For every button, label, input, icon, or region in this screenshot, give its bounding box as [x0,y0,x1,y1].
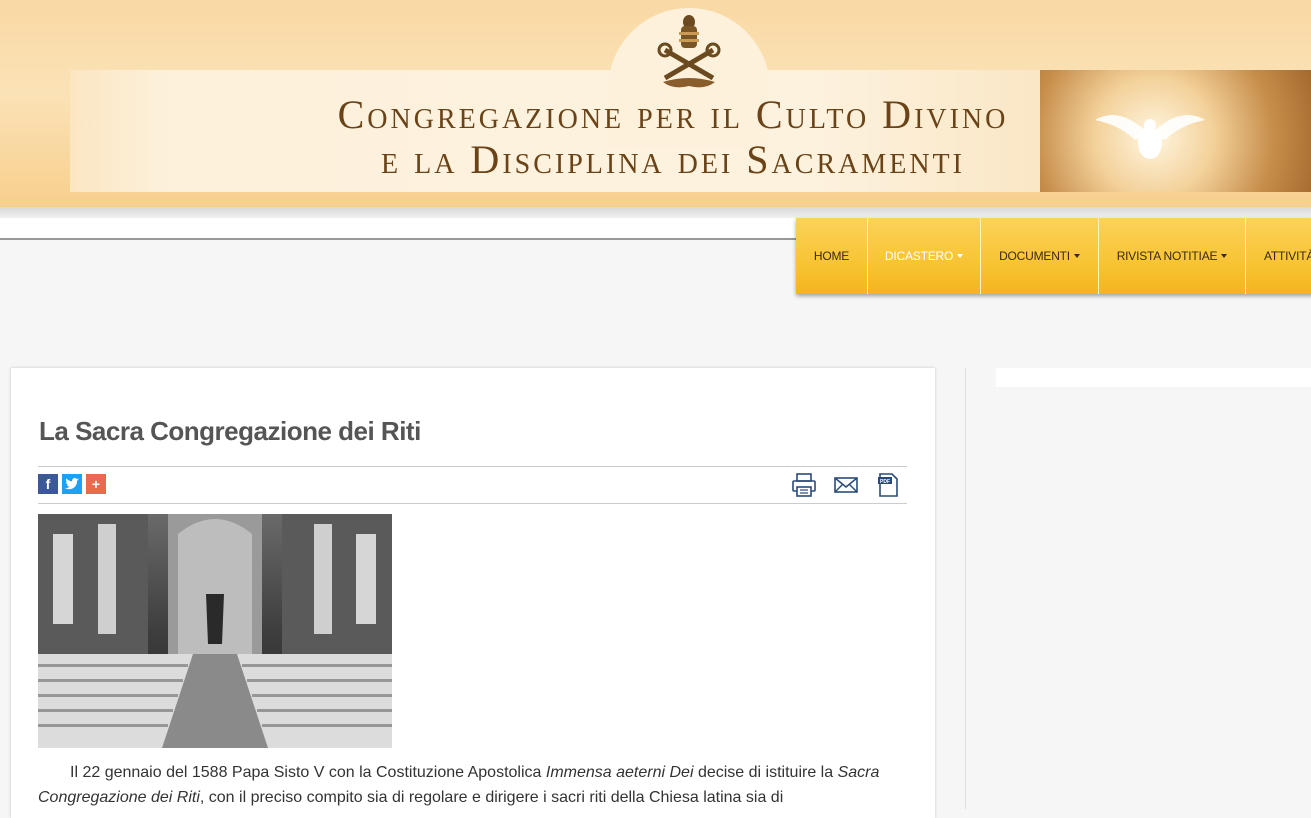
facebook-share-button[interactable]: f [38,474,58,494]
article-card: La Sacra Congregazione dei Riti f + PDF … [11,368,935,818]
header-shadow [0,207,1311,218]
top-divider-bar [0,218,800,240]
nav-documenti-label: DOCUMENTI [999,249,1070,263]
facebook-icon: f [45,476,51,492]
nav-dicastero-label: DICASTERO [884,249,954,263]
paragraph-part-3: , con il preciso compito sia di regolare… [199,789,784,806]
paragraph-part-2: decise di istituire la [693,764,838,781]
mail-icon[interactable] [833,472,859,498]
nav-home-label: HOME [813,249,850,263]
chevron-down-icon [957,254,964,258]
site-header-banner: Congregazione per il Culto Divino e la D… [0,0,1311,207]
paragraph-italic-1: Immensa aeterni Dei [545,764,694,781]
nav-dicastero[interactable]: DICASTERO [868,218,981,294]
article-photo [38,514,392,748]
nav-documenti[interactable]: DOCUMENTI [981,218,1099,294]
pdf-icon-label: PDF [880,479,890,485]
nav-attivita[interactable]: ATTIVITÀ [1246,218,1311,294]
basilica-image [38,514,392,748]
site-title: Congregazione per il Culto Divino e la D… [0,92,1311,182]
twitter-share-button[interactable] [62,474,82,494]
paragraph-part-1: Il 22 gennaio del 1588 Papa Sisto V con … [70,764,546,781]
site-title-line1: Congregazione per il Culto Divino [337,92,1009,137]
nav-attivita-label: ATTIVITÀ [1264,249,1311,263]
article-toolbar: f + PDF [38,466,907,504]
print-icon[interactable] [791,472,817,498]
pdf-icon[interactable]: PDF [875,472,901,498]
more-share-button[interactable]: + [86,474,106,494]
nav-rivista-label: RIVISTA NOTITIAE [1116,249,1218,263]
article-paragraph: Il 22 gennaio del 1588 Papa Sisto V con … [38,760,888,810]
chevron-down-icon [1073,254,1080,258]
article-tools: PDF [791,472,901,498]
page-title: La Sacra Congregazione dei Riti [39,416,421,446]
main-navigation: HOME DICASTERO DOCUMENTI RIVISTA NOTITIA… [796,218,1311,294]
site-title-line2: e la Disciplina dei Sacramenti [381,137,965,182]
twitter-icon [65,478,79,490]
nav-home[interactable]: HOME [796,218,868,294]
sidebar-box [996,368,1311,387]
plus-icon: + [91,476,101,492]
nav-rivista-notitiae[interactable]: RIVISTA NOTITIAE [1099,218,1246,294]
column-divider [965,368,966,809]
papal-coat-of-arms-icon [657,15,721,88]
chevron-down-icon [1221,254,1228,258]
social-share: f + [38,474,106,494]
